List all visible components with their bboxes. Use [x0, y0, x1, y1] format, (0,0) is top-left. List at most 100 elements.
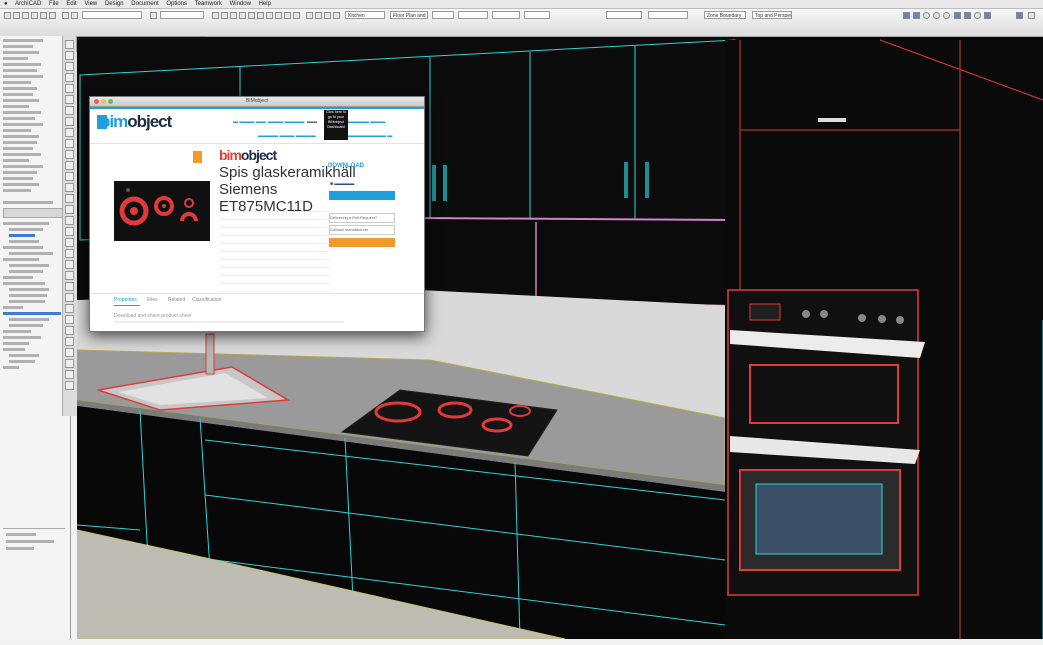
- orbit-icon[interactable]: [923, 12, 930, 19]
- selected-view-item[interactable]: [9, 234, 35, 237]
- snap-icon[interactable]: [239, 12, 246, 19]
- explore-icon[interactable]: [933, 12, 940, 19]
- lock-icon[interactable]: [324, 12, 331, 19]
- zone-tool-icon[interactable]: [65, 172, 74, 181]
- figure-tool-icon[interactable]: [65, 348, 74, 357]
- fill-tool-icon[interactable]: [65, 227, 74, 236]
- send-button[interactable]: [329, 238, 395, 247]
- elevation-tool-icon[interactable]: [65, 293, 74, 302]
- close-icon[interactable]: [94, 99, 99, 104]
- window-tool-icon[interactable]: [65, 84, 74, 93]
- menu-file[interactable]: File: [49, 1, 59, 7]
- nav-link-2[interactable]: ▬▬▬ ▬▬▬▬: [268, 119, 304, 125]
- structure-field[interactable]: [606, 11, 642, 19]
- arrow-tool-icon[interactable]: [65, 40, 74, 49]
- 3d-viewport[interactable]: BIMobject bimobject ▬ ▬▬▬ ▬▬ ▬▬▬ ▬▬▬▬ ▬▬…: [77, 37, 1043, 639]
- view-combo[interactable]: [82, 11, 142, 19]
- nav-link-5[interactable]: ▬▬▬▬ ▬▬▬ ▬▬▬▬: [258, 133, 316, 139]
- nav-link-1[interactable]: ▬ ▬▬▬ ▬▬: [233, 119, 266, 125]
- bimobject-window-titlebar[interactable]: BIMobject: [90, 97, 424, 107]
- pen-set-field[interactable]: [458, 11, 488, 19]
- fill-icon[interactable]: [221, 12, 228, 19]
- publish-icon[interactable]: [1028, 12, 1035, 19]
- story-field[interactable]: Kitchen: [345, 11, 385, 19]
- morph-tool-icon[interactable]: [65, 381, 74, 390]
- group-icon[interactable]: [306, 12, 313, 19]
- zoom-icon[interactable]: [108, 99, 113, 104]
- contact-manufacturer-option[interactable]: Contact manufacturer: [329, 225, 395, 235]
- layer-combo[interactable]: [160, 11, 204, 19]
- camera-icon[interactable]: [974, 12, 981, 19]
- renovation-field[interactable]: [524, 11, 550, 19]
- camera-tool-icon[interactable]: [65, 326, 74, 335]
- redo-icon[interactable]: [49, 12, 56, 19]
- selected-layout-item[interactable]: [3, 312, 61, 315]
- pointer-icon[interactable]: [62, 12, 69, 19]
- menu-teamwork[interactable]: Teamwork: [195, 1, 222, 7]
- marquee-icon[interactable]: [71, 12, 78, 19]
- lamp-tool-icon[interactable]: [65, 161, 74, 170]
- pen-icon[interactable]: [212, 12, 219, 19]
- navigator-palette[interactable]: [0, 36, 71, 639]
- 3d-view-icon[interactable]: [913, 12, 920, 19]
- detail-tool-icon[interactable]: [65, 304, 74, 313]
- nav-link-3[interactable]: ▬▬: [307, 119, 317, 125]
- drawing-tool-icon[interactable]: [65, 271, 74, 280]
- mirror-icon[interactable]: [275, 12, 282, 19]
- rotate-icon[interactable]: [284, 12, 291, 19]
- floor-plan-icon[interactable]: [903, 12, 910, 19]
- new-file-icon[interactable]: [4, 12, 11, 19]
- polyline-tool-icon[interactable]: [65, 260, 74, 269]
- tab-classification[interactable]: Classification: [192, 297, 221, 303]
- print-icon[interactable]: [31, 12, 38, 19]
- minimize-icon[interactable]: [101, 99, 106, 104]
- zone-layer-field[interactable]: Zone Boundary: [704, 11, 746, 19]
- menu-design[interactable]: Design: [105, 1, 124, 7]
- nav-link-6[interactable]: ▬▬▬▬▬▬▬▬ ▬: [346, 133, 392, 139]
- magnet-icon[interactable]: [257, 12, 264, 19]
- grid-icon[interactable]: [248, 12, 255, 19]
- stair-tool-icon[interactable]: [65, 139, 74, 148]
- menu-edit[interactable]: Edit: [66, 1, 76, 7]
- elevation-icon[interactable]: [964, 12, 971, 19]
- marquee-tool-icon[interactable]: [65, 51, 74, 60]
- menu-options[interactable]: Options: [166, 1, 187, 7]
- undo-icon[interactable]: [40, 12, 47, 19]
- bookmark-icon[interactable]: [193, 151, 202, 163]
- door-tool-icon[interactable]: [65, 73, 74, 82]
- pull-request-option[interactable]: Delivering a Pull Request?: [329, 213, 395, 223]
- tab-files[interactable]: Files: [147, 297, 158, 303]
- text-tool-icon[interactable]: [65, 205, 74, 214]
- walk-icon[interactable]: [943, 12, 950, 19]
- open-file-icon[interactable]: [13, 12, 20, 19]
- menu-document[interactable]: Document: [131, 1, 158, 7]
- view-field[interactable]: Floor Plan and Section: [390, 11, 428, 19]
- wall-tool-icon[interactable]: [65, 62, 74, 71]
- apple-icon[interactable]: ●: [4, 1, 8, 7]
- section-tool-icon[interactable]: [65, 282, 74, 291]
- menu-window[interactable]: Window: [230, 1, 251, 7]
- properties-panel[interactable]: [3, 528, 65, 559]
- dimension-tool-icon[interactable]: [65, 194, 74, 203]
- beam-tool-icon[interactable]: [65, 106, 74, 115]
- scale-field[interactable]: [432, 11, 454, 19]
- trim-icon[interactable]: [266, 12, 273, 19]
- column-tool-icon[interactable]: [65, 95, 74, 104]
- menu-help[interactable]: Help: [259, 1, 271, 7]
- worksheet-icon[interactable]: [984, 12, 991, 19]
- menu-view[interactable]: View: [84, 1, 97, 7]
- object-tool-icon[interactable]: [65, 150, 74, 159]
- shell-tool-icon[interactable]: [65, 370, 74, 379]
- bimobject-logo[interactable]: bimobject: [100, 112, 172, 132]
- dimension-field[interactable]: [648, 11, 688, 19]
- navigator-toolbar[interactable]: [3, 208, 65, 218]
- bimobject-window[interactable]: BIMobject bimobject ▬ ▬▬▬ ▬▬ ▬▬▬ ▬▬▬▬ ▬▬…: [89, 96, 425, 332]
- slab-tool-icon[interactable]: [65, 117, 74, 126]
- worksheet-tool-icon[interactable]: [65, 315, 74, 324]
- line-tool-icon[interactable]: [65, 238, 74, 247]
- layers-icon[interactable]: [333, 12, 340, 19]
- align-icon[interactable]: [293, 12, 300, 19]
- line-icon[interactable]: [230, 12, 237, 19]
- layer-icon[interactable]: [150, 12, 157, 19]
- tab-related[interactable]: Related: [168, 297, 185, 303]
